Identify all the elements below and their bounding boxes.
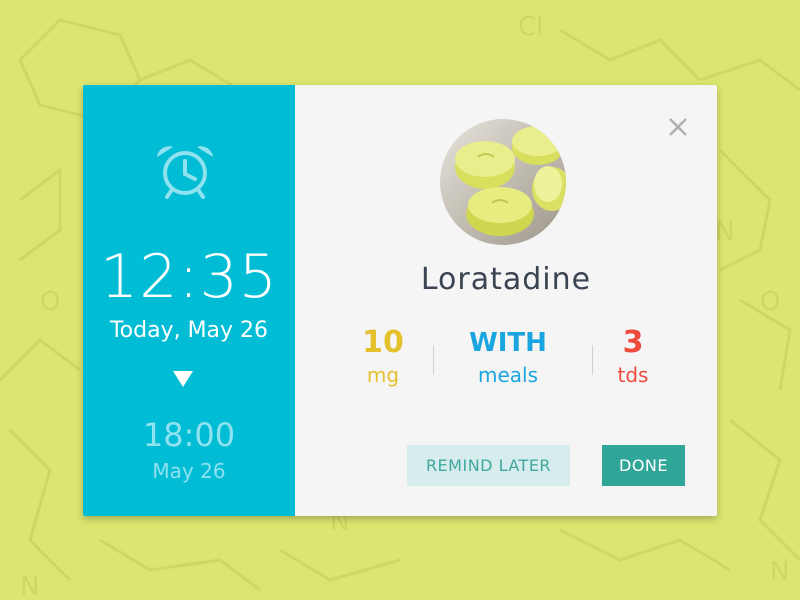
time-panel: 12:35 Today, May 26 18:00 May 26 xyxy=(83,85,295,516)
timing-value: WITH xyxy=(469,328,547,358)
bg-nitrogen-label-4: N xyxy=(770,557,789,587)
timing-column: WITH meals xyxy=(448,325,568,389)
dose-column: 10 mg xyxy=(338,325,428,389)
dose-value: 10 xyxy=(362,325,404,360)
frequency-value: 3 xyxy=(622,325,644,360)
done-button[interactable]: DONE xyxy=(602,445,685,486)
bg-nitrogen-label-3: N xyxy=(20,572,39,600)
next-date: May 26 xyxy=(152,459,226,483)
close-icon[interactable] xyxy=(666,115,690,139)
bg-oxygen-label-2: O xyxy=(40,287,60,317)
divider xyxy=(433,345,434,375)
bg-nitrogen-label-1: N xyxy=(715,217,734,247)
next-time: 18:00 xyxy=(142,416,236,454)
alarm-clock-icon xyxy=(157,146,213,199)
timing-unit: meals xyxy=(477,363,539,387)
dose-unit: mg xyxy=(366,363,400,387)
medication-name: Loratadine xyxy=(420,262,592,297)
frequency-column: 3 tds xyxy=(588,325,678,389)
pill-photo-icon xyxy=(440,119,566,245)
current-time: 12:35 xyxy=(100,242,278,312)
bg-oxygen-label-1: O xyxy=(760,287,780,317)
current-date: Today, May 26 xyxy=(109,318,269,343)
remind-later-button[interactable]: REMIND LATER xyxy=(407,445,570,486)
medication-reminder-card: 12:35 Today, May 26 18:00 May 26 Loratad… xyxy=(83,85,717,516)
bg-chlorine-label: Cl xyxy=(518,12,543,42)
frequency-unit: tds xyxy=(617,363,649,387)
next-arrow-icon xyxy=(173,371,193,387)
